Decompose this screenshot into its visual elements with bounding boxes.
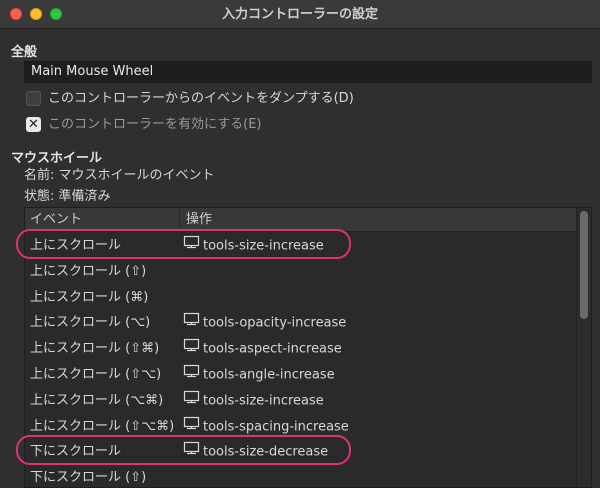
dump-events-label: このコントローラーからのイベントをダンプする(D) — [48, 91, 354, 106]
action-label: tools-size-increase — [203, 238, 324, 254]
scrollbar-thumb[interactable] — [580, 211, 588, 319]
controller-name-field[interactable]: Main Mouse Wheel — [24, 61, 592, 83]
action-label: tools-aspect-increase — [203, 341, 342, 357]
tool-icon — [183, 439, 200, 465]
tool-icon — [183, 336, 200, 362]
tool-icon — [183, 362, 200, 388]
event-cell: 上にスクロール (⌥) — [30, 315, 151, 331]
table-row[interactable]: 上にスクロール (⇧⌥⌘) tools-spacing-increase — [25, 414, 577, 440]
table-row[interactable]: 上にスクロール (⌥) tools-opacity-increase — [25, 310, 577, 336]
action-label: tools-spacing-increase — [203, 418, 349, 434]
table-row[interactable]: 下にスクロール (⇧) — [25, 465, 577, 487]
action-cell: tools-size-increase — [183, 233, 324, 259]
controller-state-info: 状態: 準備済み — [24, 189, 111, 204]
event-cell: 上にスクロール (⌘) — [30, 289, 149, 305]
enable-controller-label: このコントローラーを有効にする(E) — [48, 117, 262, 132]
action-label: tools-angle-increase — [203, 367, 335, 383]
table-scrollbar[interactable] — [576, 208, 591, 487]
controller-name-info: 名前: マウスホイールのイベント — [24, 168, 215, 183]
table-row[interactable]: 下にスクロール tools-size-decrease — [25, 439, 577, 465]
event-cell: 上にスクロール — [30, 238, 122, 253]
table-row[interactable]: 上にスクロール tools-size-increase — [25, 233, 577, 259]
event-action-table: イベント 操作 上にスクロール tools-size-increase 上にスクロー… — [24, 207, 592, 488]
table-row[interactable]: 上にスクロール (⇧⌥) tools-angle-increase — [25, 362, 577, 388]
event-cell: 上にスクロール (⌥⌘) — [30, 392, 164, 408]
event-cell: 上にスクロール (⇧⌘) — [30, 341, 160, 357]
action-label: tools-opacity-increase — [203, 315, 347, 331]
table-header: イベント 操作 — [25, 208, 577, 232]
event-cell: 上にスクロール (⇧⌥) — [30, 366, 162, 382]
enable-controller-checkbox[interactable]: ✕ — [26, 117, 41, 132]
action-cell: tools-size-decrease — [183, 439, 328, 465]
table-rows: 上にスクロール tools-size-increase 上にスクロール (⇧) 上にス… — [25, 233, 577, 487]
general-section-title: 全般 — [11, 45, 38, 60]
action-cell: tools-aspect-increase — [183, 336, 342, 362]
column-header-action[interactable]: 操作 — [181, 208, 577, 232]
action-label: tools-size-increase — [203, 393, 324, 409]
tool-icon — [183, 233, 200, 259]
event-cell: 上にスクロール (⇧) — [30, 263, 147, 279]
controller-settings-window: 入力コントローラーの設定 全般 Main Mouse Wheel このコントロー… — [0, 0, 600, 488]
action-cell: tools-spacing-increase — [183, 414, 349, 440]
event-cell: 下にスクロール (⇧) — [30, 470, 147, 486]
tool-icon — [183, 414, 200, 440]
event-cell: 上にスクロール (⇧⌥⌘) — [30, 418, 175, 434]
action-cell: tools-angle-increase — [183, 362, 335, 388]
action-label: tools-size-decrease — [203, 444, 329, 460]
tool-icon — [183, 388, 200, 414]
event-cell: 下にスクロール — [30, 444, 122, 460]
table-row[interactable]: 上にスクロール (⇧⌘) tools-aspect-increase — [25, 336, 577, 362]
dump-events-checkbox[interactable] — [26, 91, 41, 106]
tool-icon — [183, 310, 200, 336]
title-bar: 入力コントローラーの設定 — [0, 0, 600, 29]
table-row[interactable]: 上にスクロール (⌘) — [25, 285, 577, 311]
action-cell: tools-opacity-increase — [183, 310, 346, 336]
window-title: 入力コントローラーの設定 — [221, 7, 378, 22]
action-cell: tools-size-increase — [183, 388, 324, 414]
table-row[interactable]: 上にスクロール (⇧) — [25, 259, 577, 285]
table-row[interactable]: 上にスクロール (⌥⌘) tools-size-increase — [25, 388, 577, 414]
column-header-event[interactable]: イベント — [25, 208, 180, 232]
